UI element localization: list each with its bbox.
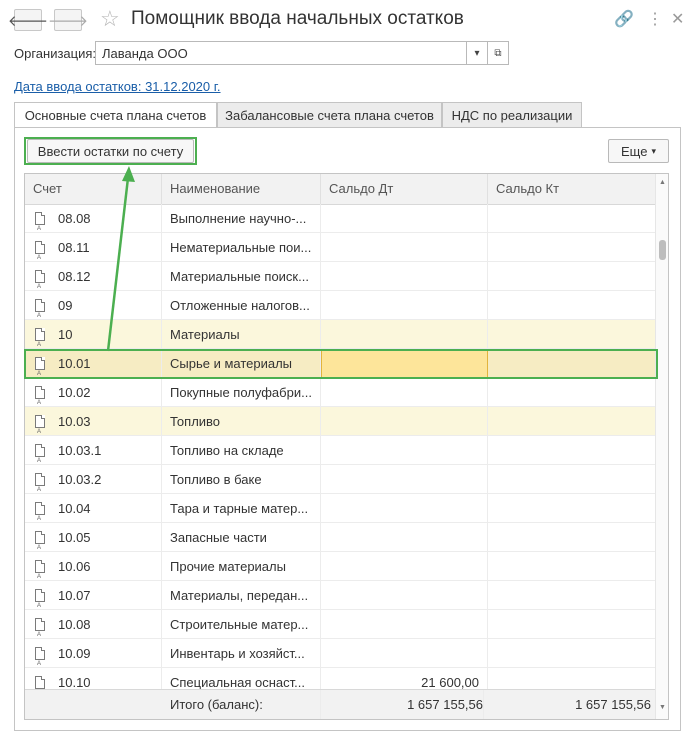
annotation-arrow (106, 166, 135, 352)
